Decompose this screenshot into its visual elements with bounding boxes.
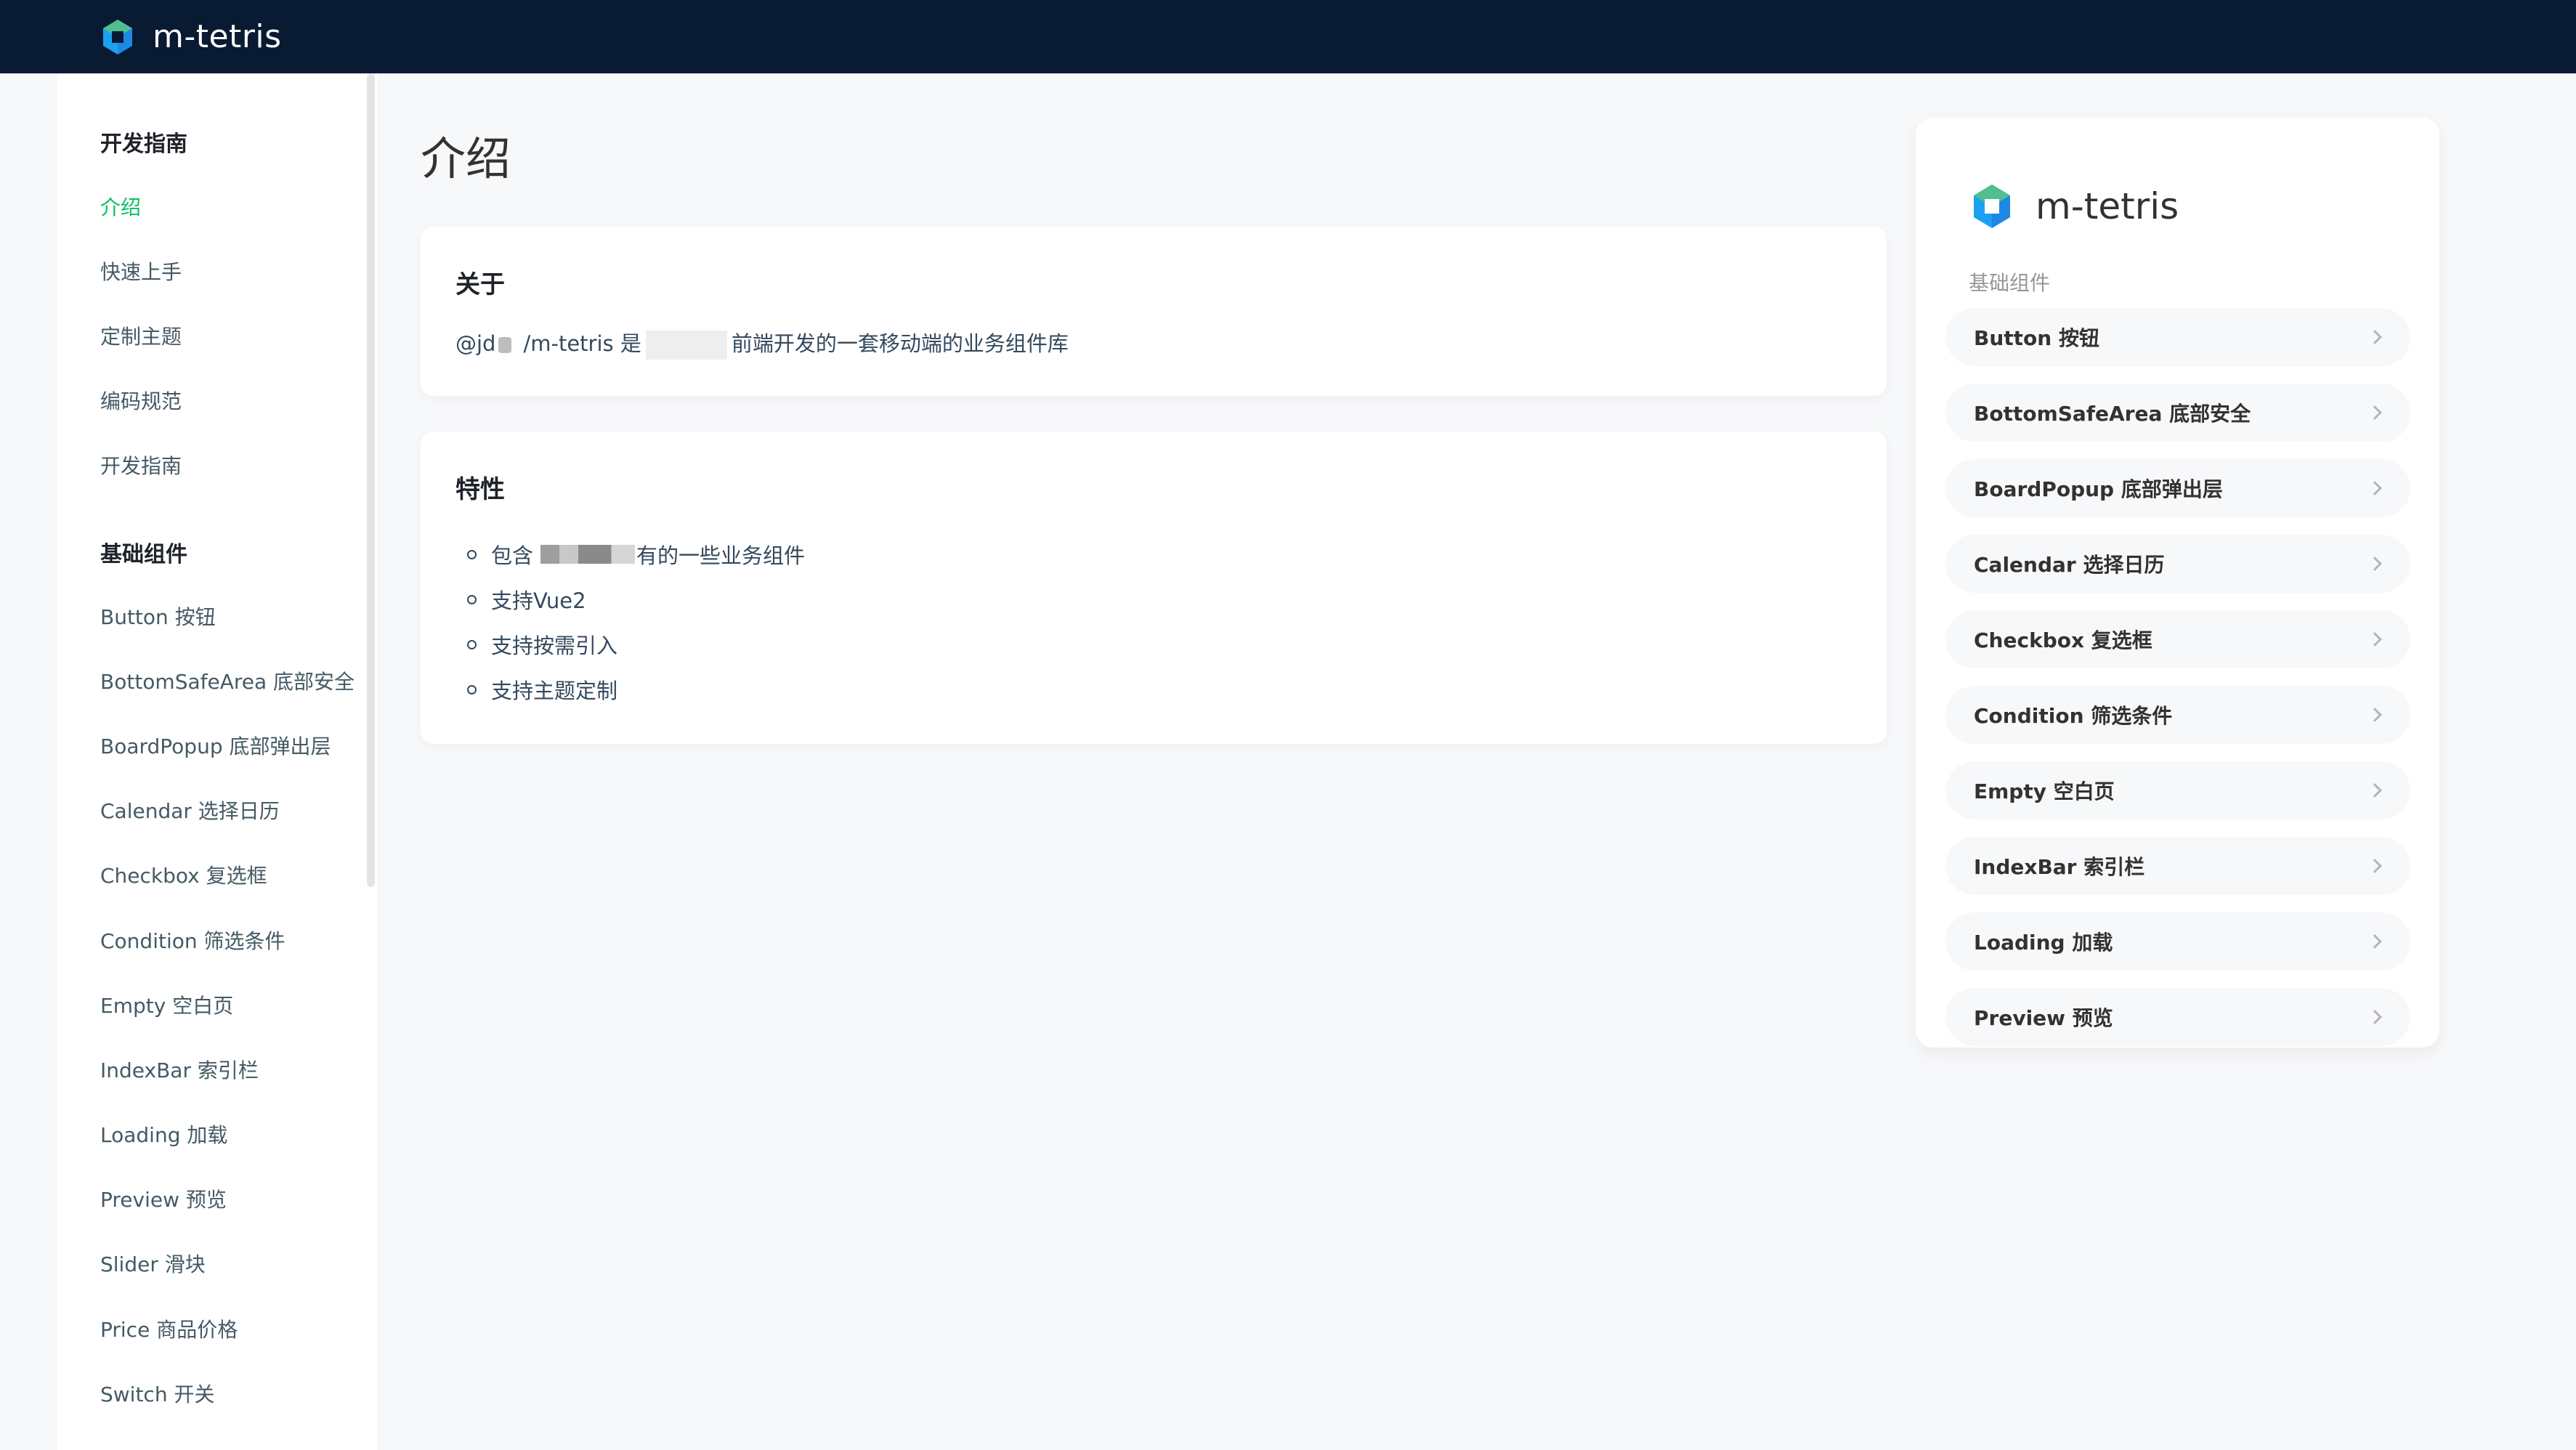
feature-item: 支持主题定制 <box>467 667 805 712</box>
sidebar-item-theme[interactable]: 定制主题 <box>100 321 182 350</box>
preview-item-calendar[interactable]: Calendar 选择日历 <box>1945 535 2410 593</box>
chevron-right-icon <box>2368 708 2382 722</box>
sidebar-item-checkbox[interactable]: Checkbox 复选框 <box>100 860 267 889</box>
preview-item-label: Condition 筛选条件 <box>1974 704 2173 728</box>
sidebar-item-bottomsafearea[interactable]: BottomSafeArea 底部安全 <box>100 666 355 695</box>
sidebar-item-boardpopup[interactable]: BoardPopup 底部弹出层 <box>100 731 331 760</box>
chevron-right-icon <box>2368 481 2382 495</box>
preview-item-label: BottomSafeArea 底部安全 <box>1974 402 2251 426</box>
sidebar-group-title-basic: 基础组件 <box>100 542 187 567</box>
preview-component-list: Button 按钮 BottomSafeArea 底部安全 BoardPopup… <box>1945 308 2410 1048</box>
m-tetris-logo-icon[interactable] <box>100 18 135 56</box>
redacted-block <box>498 337 512 353</box>
sidebar-item-preview[interactable]: Preview 预览 <box>100 1184 227 1213</box>
feature-text: 有的一些业务组件 <box>636 543 806 568</box>
preview-item-button[interactable]: Button 按钮 <box>1945 308 2410 366</box>
preview-item-preview[interactable]: Preview 预览 <box>1945 988 2410 1046</box>
preview-item-bottomsafearea[interactable]: BottomSafeArea 底部安全 <box>1945 384 2410 442</box>
sidebar-item-button[interactable]: Button 按钮 <box>100 602 216 631</box>
about-text-suffix: 前端开发的一套移动端的业务组件库 <box>731 331 1069 356</box>
chevron-right-icon <box>2368 405 2382 420</box>
preview-item-label: Empty 空白页 <box>1974 779 2115 803</box>
sidebar-item-condition[interactable]: Condition 筛选条件 <box>100 926 285 955</box>
sidebar-item-coding-standard[interactable]: 编码规范 <box>100 386 182 415</box>
sidebar-item-loading[interactable]: Loading 加载 <box>100 1119 227 1149</box>
feature-item: 包含 有的一些业务组件 <box>467 532 805 577</box>
chevron-right-icon <box>2368 783 2382 798</box>
preview-item-indexbar[interactable]: IndexBar 索引栏 <box>1945 837 2410 895</box>
preview-item-label: Button 按钮 <box>1974 326 2099 350</box>
top-navbar: m-tetris <box>0 0 2576 73</box>
sidebar-item-price[interactable]: Price 商品价格 <box>100 1314 238 1343</box>
sidebar-item-intro[interactable]: 介绍 <box>100 192 141 221</box>
preview-section-title: 基础组件 <box>1969 271 2051 295</box>
preview-item-label: Loading 加载 <box>1974 931 2113 955</box>
mobile-preview-panel: m-tetris 基础组件 Button 按钮 BottomSafeArea 底… <box>1916 118 2439 1048</box>
preview-item-label: Preview 预览 <box>1974 1006 2113 1030</box>
chevron-right-icon <box>2368 859 2382 873</box>
chevron-right-icon <box>2368 556 2382 571</box>
sidebar-item-slider[interactable]: Slider 滑块 <box>100 1249 206 1278</box>
preview-item-label: IndexBar 索引栏 <box>1974 855 2145 879</box>
chevron-right-icon <box>2368 330 2382 344</box>
sidebar-group-title-guide: 开发指南 <box>100 131 187 157</box>
feature-text: 支持按需引入 <box>491 633 618 658</box>
features-card: 特性 包含 有的一些业务组件 支持Vue2 支持按需引入 支持主题定制 <box>421 432 1887 744</box>
about-text-middle: /m-tetris 是 <box>523 331 641 356</box>
preview-item-condition[interactable]: Condition 筛选条件 <box>1945 686 2410 744</box>
preview-brand-title: m-tetris <box>2036 185 2179 227</box>
preview-item-checkbox[interactable]: Checkbox 复选框 <box>1945 610 2410 668</box>
sidebar-item-quickstart[interactable]: 快速上手 <box>100 256 182 285</box>
chevron-right-icon <box>2368 934 2382 949</box>
sidebar-item-switch[interactable]: Switch 开关 <box>100 1379 214 1408</box>
feature-text: 包含 <box>491 543 534 568</box>
features-list: 包含 有的一些业务组件 支持Vue2 支持按需引入 支持主题定制 <box>467 532 805 712</box>
sidebar-item-indexbar[interactable]: IndexBar 索引栏 <box>100 1055 259 1084</box>
sidebar-nav: 开发指南 介绍 快速上手 定制主题 编码规范 开发指南 基础组件 Button … <box>57 73 377 1450</box>
bullet-icon <box>467 549 477 559</box>
preview-item-boardpopup[interactable]: BoardPopup 底部弹出层 <box>1945 459 2410 517</box>
feature-text: 支持Vue2 <box>491 588 586 613</box>
bullet-icon <box>467 594 477 604</box>
feature-item: 支持按需引入 <box>467 622 805 667</box>
m-tetris-logo-icon <box>1974 185 2010 228</box>
app-brand-title[interactable]: m-tetris <box>153 18 282 55</box>
sidebar-item-dev-guide[interactable]: 开发指南 <box>100 450 182 479</box>
preview-item-label: BoardPopup 底部弹出层 <box>1974 477 2223 501</box>
redacted-block <box>645 331 727 360</box>
preview-item-label: Checkbox 复选框 <box>1974 628 2152 652</box>
about-card: 关于 @jd/m-tetris 是 前端开发的一套移动端的业务组件库 <box>421 227 1887 396</box>
feature-item: 支持Vue2 <box>467 577 805 622</box>
preview-header: m-tetris <box>1970 182 2179 231</box>
feature-text: 支持主题定制 <box>491 679 618 703</box>
bullet-icon <box>467 684 477 694</box>
about-card-title: 关于 <box>455 270 505 299</box>
sidebar-scrollbar[interactable] <box>367 73 375 887</box>
preview-item-empty[interactable]: Empty 空白页 <box>1945 761 2410 819</box>
preview-item-label: Calendar 选择日历 <box>1974 553 2165 577</box>
page-title: 介绍 <box>421 132 511 185</box>
chevron-right-icon <box>2368 632 2382 647</box>
sidebar-item-calendar[interactable]: Calendar 选择日历 <box>100 795 280 825</box>
about-text-prefix: @jd <box>455 331 496 356</box>
redacted-block <box>540 545 636 564</box>
sidebar-item-empty[interactable]: Empty 空白页 <box>100 990 233 1019</box>
preview-item-loading[interactable]: Loading 加载 <box>1945 912 2410 971</box>
bullet-icon <box>467 639 477 649</box>
about-card-text: @jd/m-tetris 是 前端开发的一套移动端的业务组件库 <box>455 327 1069 360</box>
chevron-right-icon <box>2368 1010 2382 1024</box>
features-card-title: 特性 <box>455 475 505 504</box>
